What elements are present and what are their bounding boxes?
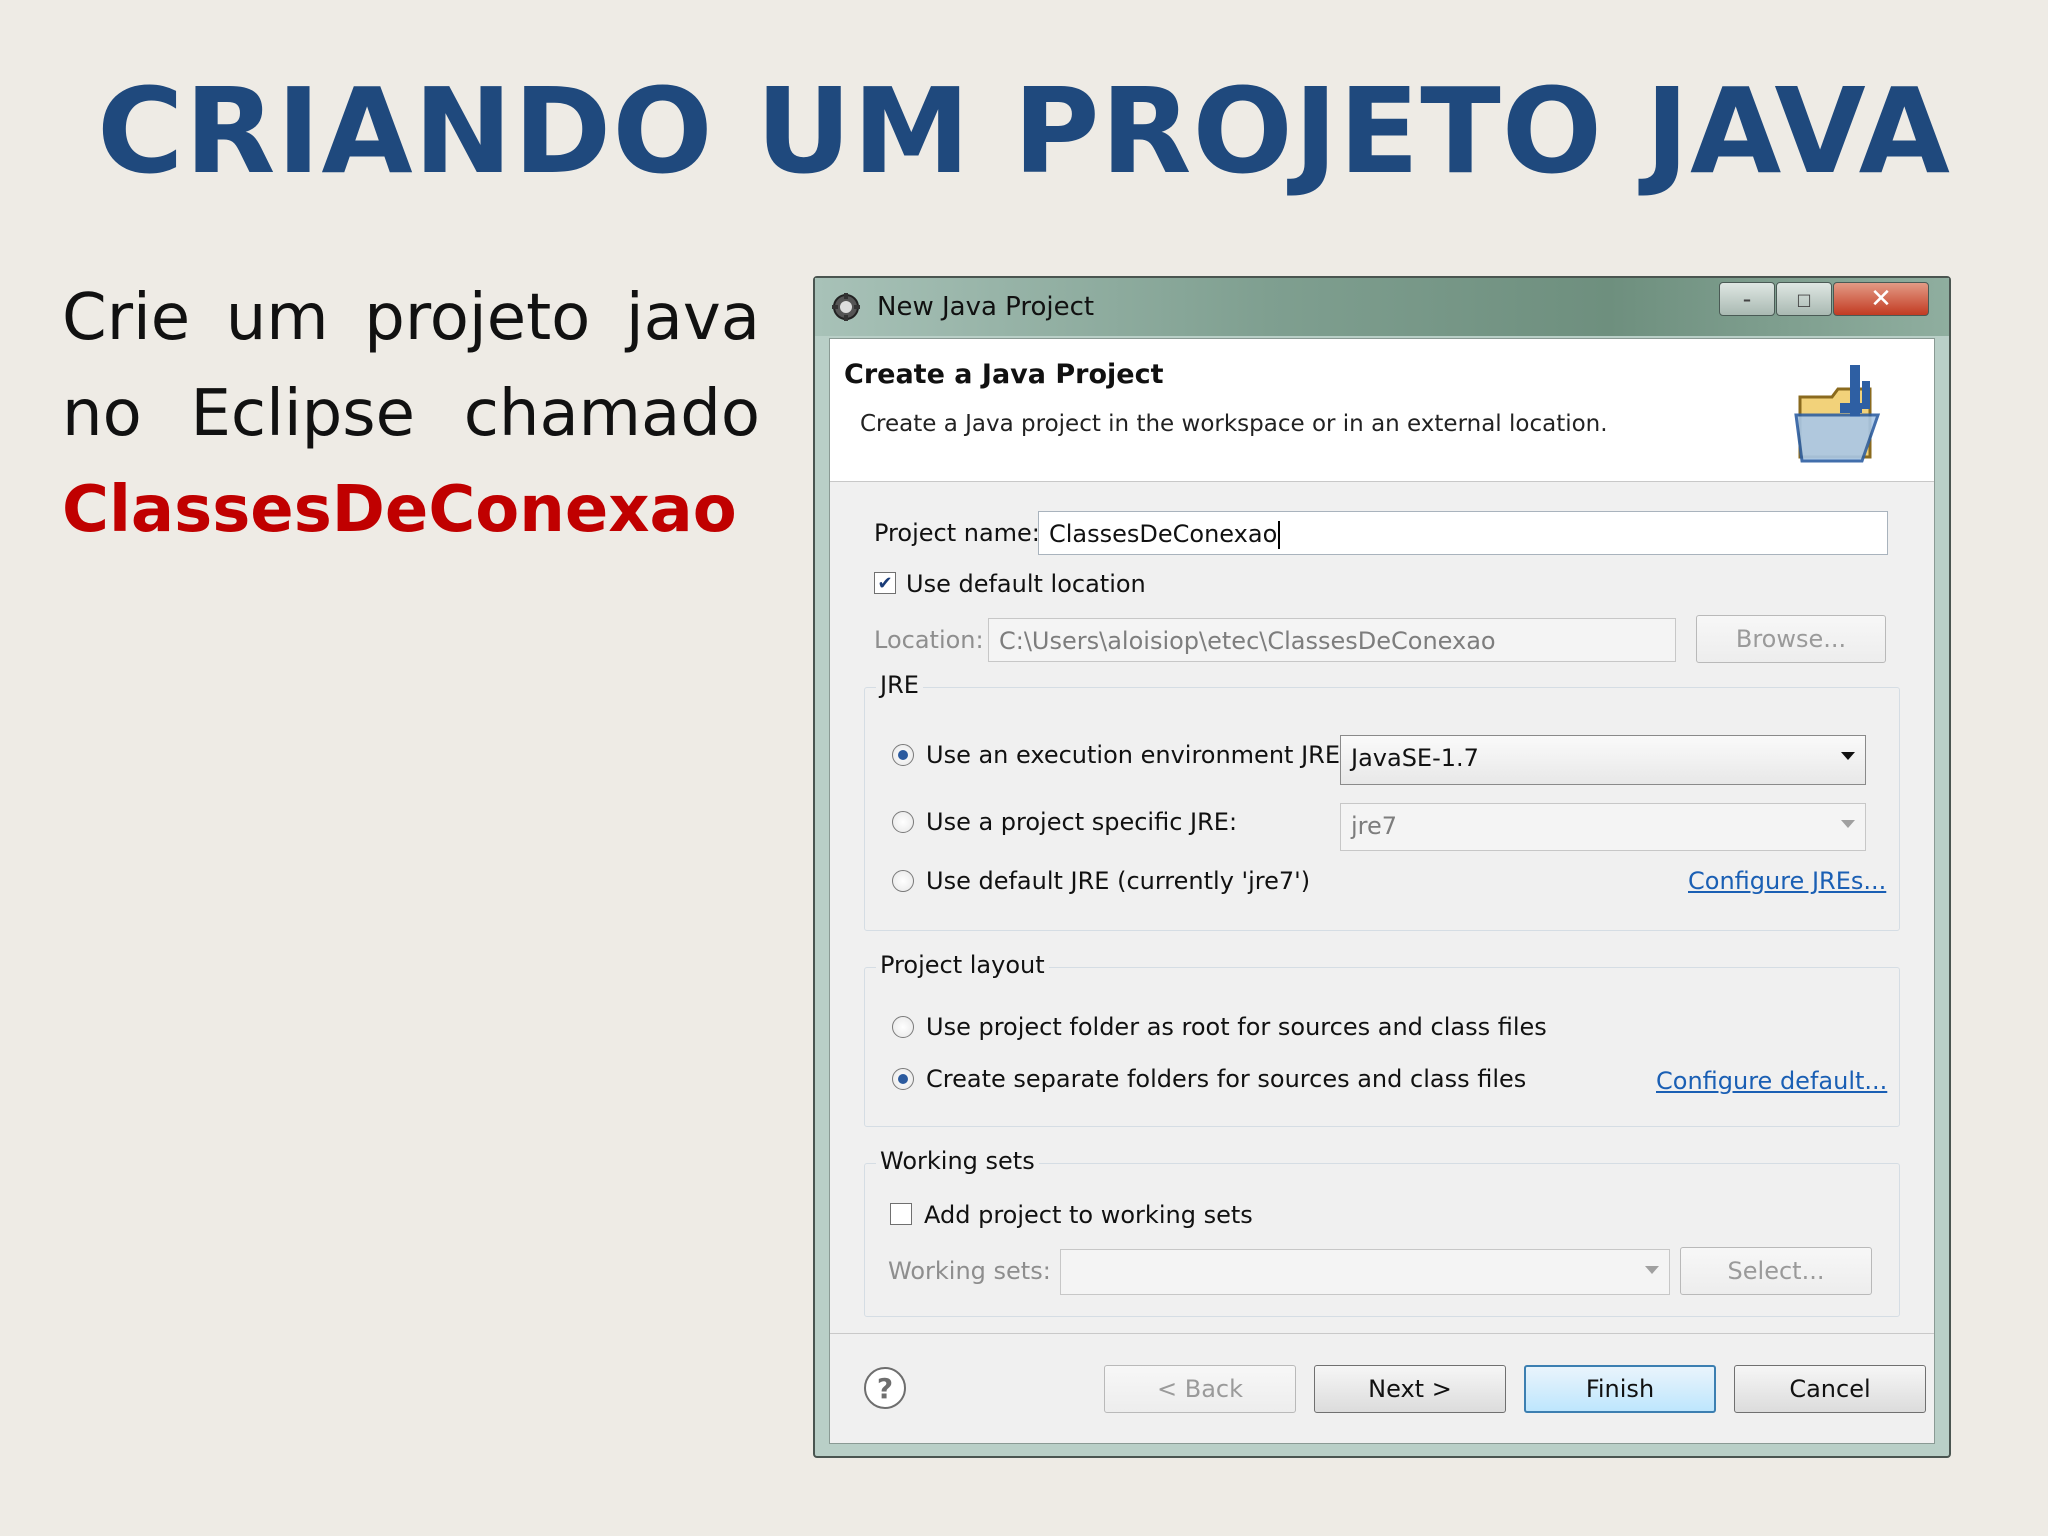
text-caret (1278, 521, 1281, 549)
checkmark-icon: ✔ (877, 573, 893, 593)
close-button[interactable]: ✕ (1833, 282, 1929, 316)
chevron-down-icon (1841, 752, 1855, 760)
configure-default-link[interactable]: Configure default... (1656, 1067, 1887, 1095)
instruction-word: projeto (364, 281, 591, 355)
dialog-body: Create a Java Project Create a Java proj… (829, 338, 1935, 1444)
project-name-highlight: ClassesDeConexao (62, 473, 737, 547)
add-to-working-sets-label[interactable]: Add project to working sets (924, 1201, 1253, 1229)
working-sets-select[interactable] (1060, 1249, 1670, 1295)
window-titlebar[interactable]: New Java Project – □ ✕ (815, 278, 1949, 336)
jre-default-radio[interactable] (892, 870, 914, 892)
jre-specific-value: jre7 (1351, 812, 1398, 840)
close-icon: ✕ (1870, 284, 1892, 314)
jre-specific-label[interactable]: Use a project specific JRE: (926, 808, 1237, 836)
cancel-button[interactable]: Cancel (1734, 1365, 1926, 1413)
add-to-working-sets-checkbox[interactable] (890, 1203, 912, 1225)
slide-instruction: Crie um projeto java no Eclipse chamado … (62, 270, 760, 558)
project-name-label: Project name: (874, 519, 1040, 547)
instruction-line-2: no Eclipse chamado (62, 366, 760, 462)
jre-group-title: JRE (876, 671, 923, 699)
project-name-input[interactable]: ClassesDeConexao (1038, 511, 1888, 555)
location-label: Location: (874, 626, 984, 654)
working-sets-group-title: Working sets (876, 1147, 1039, 1175)
instruction-line-1: Crie um projeto java (62, 270, 760, 366)
maximize-icon: □ (1796, 289, 1812, 309)
chevron-down-icon (1841, 820, 1855, 828)
next-button[interactable]: Next > (1314, 1365, 1506, 1413)
instruction-word: Crie (62, 281, 191, 355)
back-button[interactable]: < Back (1104, 1365, 1296, 1413)
use-default-location-label[interactable]: Use default location (906, 570, 1146, 598)
layout-root-radio[interactable] (892, 1016, 914, 1038)
instruction-word: no (62, 377, 142, 451)
use-default-location-checkbox[interactable]: ✔ (874, 572, 896, 594)
configure-jres-link[interactable]: Configure JREs... (1688, 867, 1886, 895)
browse-button[interactable]: Browse... (1696, 615, 1886, 663)
project-layout-group (864, 967, 1900, 1127)
eclipse-gear-icon (832, 293, 860, 321)
layout-root-label[interactable]: Use project folder as root for sources a… (926, 1013, 1547, 1041)
new-java-project-window: New Java Project – □ ✕ Create a Java Pro… (813, 276, 1951, 1458)
jre-environment-radio[interactable] (892, 744, 914, 766)
instruction-word: um (225, 281, 329, 355)
slide-title: CRIANDO UM PROJETO JAVA (96, 62, 1952, 200)
minimize-button[interactable]: – (1719, 282, 1775, 316)
chevron-down-icon (1645, 1266, 1659, 1274)
help-icon[interactable]: ? (864, 1367, 906, 1409)
finish-button[interactable]: Finish (1524, 1365, 1716, 1413)
maximize-button[interactable]: □ (1776, 282, 1832, 316)
wizard-description: Create a Java project in the workspace o… (860, 411, 1608, 437)
location-input[interactable]: C:\Users\aloisiop\etec\ClassesDeConexao (988, 618, 1676, 662)
jre-environment-value: JavaSE-1.7 (1351, 744, 1479, 772)
minimize-icon: – (1743, 289, 1751, 309)
layout-separate-radio[interactable] (892, 1068, 914, 1090)
select-working-sets-button[interactable]: Select... (1680, 1247, 1872, 1295)
jre-environment-label[interactable]: Use an execution environment JRE: (926, 741, 1348, 769)
java-folder-icon (1794, 365, 1881, 463)
wizard-title: Create a Java Project (844, 359, 1164, 390)
project-name-value: ClassesDeConexao (1049, 520, 1278, 548)
jre-specific-radio[interactable] (892, 811, 914, 833)
wizard-header: Create a Java Project Create a Java proj… (830, 339, 1934, 482)
jre-environment-select[interactable]: JavaSE-1.7 (1340, 735, 1866, 785)
window-title: New Java Project (877, 292, 1095, 322)
jre-default-label[interactable]: Use default JRE (currently 'jre7') (926, 867, 1310, 895)
working-sets-label: Working sets: (888, 1257, 1051, 1285)
layout-separate-label[interactable]: Create separate folders for sources and … (926, 1065, 1526, 1093)
instruction-word: Eclipse (190, 377, 415, 451)
instruction-word: chamado (463, 377, 760, 451)
project-layout-group-title: Project layout (876, 951, 1049, 979)
jre-specific-select[interactable]: jre7 (1340, 803, 1866, 851)
instruction-word: java (625, 281, 760, 355)
footer-separator (830, 1333, 1934, 1334)
